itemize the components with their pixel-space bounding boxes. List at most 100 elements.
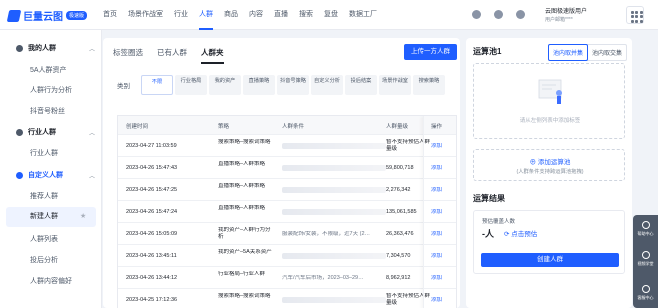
floating-toolbar: 帮助中心 视频学堂 客服中心 bbox=[633, 215, 658, 308]
message-icon[interactable] bbox=[494, 10, 503, 19]
nav-industry[interactable]: 行业 bbox=[174, 0, 188, 30]
sidebar-group-custom[interactable]: 自定义人群 bbox=[16, 170, 63, 180]
category-chip[interactable]: 直播策略 bbox=[243, 75, 275, 95]
sidebar-item-behavior-analysis[interactable]: 人群行为分析 bbox=[30, 85, 72, 95]
tab-existing-audience[interactable]: 已有人群 bbox=[157, 47, 187, 64]
pool-mode-toggle: 池内取并集 池内取交集 bbox=[548, 44, 628, 61]
logo-icon bbox=[6, 9, 22, 22]
sidebar-item-audience-list[interactable]: 人群列表 bbox=[30, 234, 58, 244]
category-chip[interactable]: 行业格局 bbox=[175, 75, 207, 95]
chevron-up-icon[interactable]: ︿ bbox=[89, 128, 95, 137]
created-time: 2023-04-26 13:44:12 bbox=[126, 275, 178, 281]
col-count: 人群量级 bbox=[386, 124, 409, 130]
star-icon[interactable]: ★ bbox=[80, 212, 86, 220]
category-chip[interactable]: 投后结案 bbox=[345, 75, 377, 95]
help-icon[interactable] bbox=[472, 10, 481, 19]
sidebar-group-my-audience[interactable]: 我的人群 bbox=[16, 43, 56, 53]
union-button[interactable]: 池内取并集 bbox=[548, 44, 589, 61]
condition-blurred bbox=[282, 187, 386, 193]
created-time: 2023-04-27 11:03:59 bbox=[126, 143, 177, 149]
add-pool-hint: (人群条件支持跨运算池拖拽) bbox=[516, 169, 584, 175]
created-time: 2023-04-26 15:47:43 bbox=[126, 165, 178, 171]
video-academy-button[interactable]: 视频学堂 bbox=[633, 251, 658, 267]
nav-product[interactable]: 商品 bbox=[224, 0, 238, 30]
strategy: 直播策略–人群策略 bbox=[218, 205, 266, 211]
sidebar-item-douyin-fans[interactable]: 抖音号粉丝 bbox=[30, 106, 65, 116]
nav-home[interactable]: 首页 bbox=[103, 0, 117, 30]
strategy: 直播策略–人群策略 bbox=[218, 183, 266, 189]
estimate-label: 预估覆盖人数 bbox=[482, 219, 516, 225]
sidebar-item-5a-assets[interactable]: 5A人群资产 bbox=[30, 65, 67, 75]
empty-illustration-icon bbox=[538, 79, 562, 104]
estimate-value: -人 bbox=[482, 229, 494, 239]
action-column-shadow bbox=[423, 116, 456, 308]
pool-drop-zone[interactable]: 请从左侧列表中添加标签 bbox=[473, 63, 625, 139]
sidebar-item-content-preference[interactable]: 人群内容偏好 bbox=[30, 276, 72, 286]
nav-search[interactable]: 搜索 bbox=[299, 0, 313, 30]
create-audience-button[interactable]: 创建人群 bbox=[481, 253, 619, 267]
created-time: 2023-04-26 13:45:11 bbox=[126, 253, 177, 259]
col-created-time: 创建时间 bbox=[126, 124, 149, 130]
main-nav: 首页 场景作战室 行业 人群 商品 内容 直播 搜索 复盘 数据工厂 bbox=[103, 0, 388, 30]
condition-blurred bbox=[282, 297, 386, 303]
empty-hint: 请从左侧列表中添加标签 bbox=[519, 118, 581, 124]
user-email: 用户邮箱**** bbox=[545, 17, 573, 23]
nav-data-factory[interactable]: 数据工厂 bbox=[349, 0, 377, 30]
table-row: 2023-04-25 17:12:36 搜索策略–搜索词策略 暂不支持预估人群量… bbox=[118, 288, 456, 308]
help-center-button[interactable]: 帮助中心 bbox=[633, 221, 658, 237]
tab-tag-selection[interactable]: 标签圈选 bbox=[113, 47, 143, 64]
nav-audience[interactable]: 人群 bbox=[199, 0, 213, 30]
category-chip[interactable]: 搜索策略 bbox=[413, 75, 445, 95]
audience-tabs: 标签圈选 已有人群 人群夹 bbox=[113, 47, 238, 64]
condition-blurred bbox=[282, 209, 386, 215]
sidebar-item-recommended[interactable]: 推荐人群 bbox=[30, 191, 58, 201]
add-pool-button[interactable]: ⊕ 添加运算池 (人群条件支持跨运算池拖拽) bbox=[473, 149, 625, 181]
brand-name: 巨量云图 bbox=[23, 12, 63, 23]
col-condition: 人群条件 bbox=[282, 124, 305, 130]
brand-logo[interactable]: 巨量云图 极速版 bbox=[6, 8, 88, 23]
category-chip[interactable]: 场景作战室 bbox=[379, 75, 411, 95]
sidebar: 我的人群 ︿ 5A人群资产 人群行为分析 抖音号粉丝 行业人群 ︿ 行业人群 自… bbox=[0, 30, 102, 308]
customer-service-button[interactable]: 客服中心 bbox=[633, 285, 658, 301]
category-chip[interactable]: 不限 bbox=[141, 75, 173, 95]
category-chip[interactable]: 抖音号策略 bbox=[277, 75, 309, 95]
category-label: 类别 bbox=[117, 83, 130, 90]
sidebar-item-industry-audience[interactable]: 行业人群 bbox=[30, 148, 58, 158]
result-title: 运算结果 bbox=[473, 194, 505, 203]
created-time: 2023-04-25 17:12:36 bbox=[126, 297, 178, 303]
app-grid-icon[interactable] bbox=[626, 6, 644, 24]
upload-first-party-button[interactable]: 上传一方人群 bbox=[404, 44, 457, 60]
estimate-link[interactable]: ⟳ 点击预估 bbox=[504, 228, 537, 238]
user-icon bbox=[16, 44, 23, 52]
category-chip[interactable]: 自定义分析 bbox=[311, 75, 343, 95]
table-row: 2023-04-27 11:03:59 搜索策略–搜索词策略 暂不支持预估人群量… bbox=[118, 134, 456, 156]
strategy: 直播策略–人群策略 bbox=[218, 161, 266, 167]
created-time: 2023-04-26 15:47:25 bbox=[126, 187, 178, 193]
nav-scene-war-room[interactable]: 场景作战室 bbox=[128, 0, 163, 30]
nav-review[interactable]: 复盘 bbox=[324, 0, 338, 30]
table-row: 2023-04-26 15:47:24 直播策略–人群策略 135,061,58… bbox=[118, 200, 456, 222]
settings-icon[interactable] bbox=[516, 10, 525, 19]
nav-content[interactable]: 内容 bbox=[249, 0, 263, 30]
chevron-up-icon[interactable]: ︿ bbox=[89, 171, 95, 180]
sidebar-group-industry[interactable]: 行业人群 bbox=[16, 127, 56, 137]
category-filter: 不限 行业格局 我的资产 直播策略 抖音号策略 自定义分析 投后结案 场景作战室… bbox=[141, 75, 447, 95]
nav-live[interactable]: 直播 bbox=[274, 0, 288, 30]
custom-audience-icon bbox=[16, 171, 23, 179]
chevron-up-icon[interactable]: ︿ bbox=[89, 44, 95, 53]
table-header: 创建时间 策略 人群条件 人群量级 操作 bbox=[118, 116, 456, 134]
created-time: 2023-04-26 15:05:09 bbox=[126, 231, 178, 237]
headset-icon bbox=[641, 285, 650, 293]
user-name[interactable]: 云图极速版用户 bbox=[545, 6, 587, 15]
condition: 汽车/汽车后市场，2023–03–29… bbox=[282, 275, 364, 281]
condition: 服装配饰/女装，不限级，近7天 (2… bbox=[282, 231, 371, 237]
table-row: 2023-04-26 15:47:25 直播策略–人群策略 2,276,342 … bbox=[118, 178, 456, 200]
intersection-button[interactable]: 池内取交集 bbox=[588, 45, 626, 60]
main-panel: 标签圈选 已有人群 人群夹 上传一方人群 类别 不限 行业格局 我的资产 直播策… bbox=[103, 38, 460, 308]
category-chip[interactable]: 我的资产 bbox=[209, 75, 241, 95]
tab-audience-folder[interactable]: 人群夹 bbox=[201, 47, 224, 64]
help-center-icon bbox=[641, 221, 650, 229]
video-icon bbox=[641, 251, 650, 259]
sidebar-item-post-analysis[interactable]: 投后分析 bbox=[30, 255, 58, 265]
brand-badge: 极速版 bbox=[66, 11, 88, 20]
